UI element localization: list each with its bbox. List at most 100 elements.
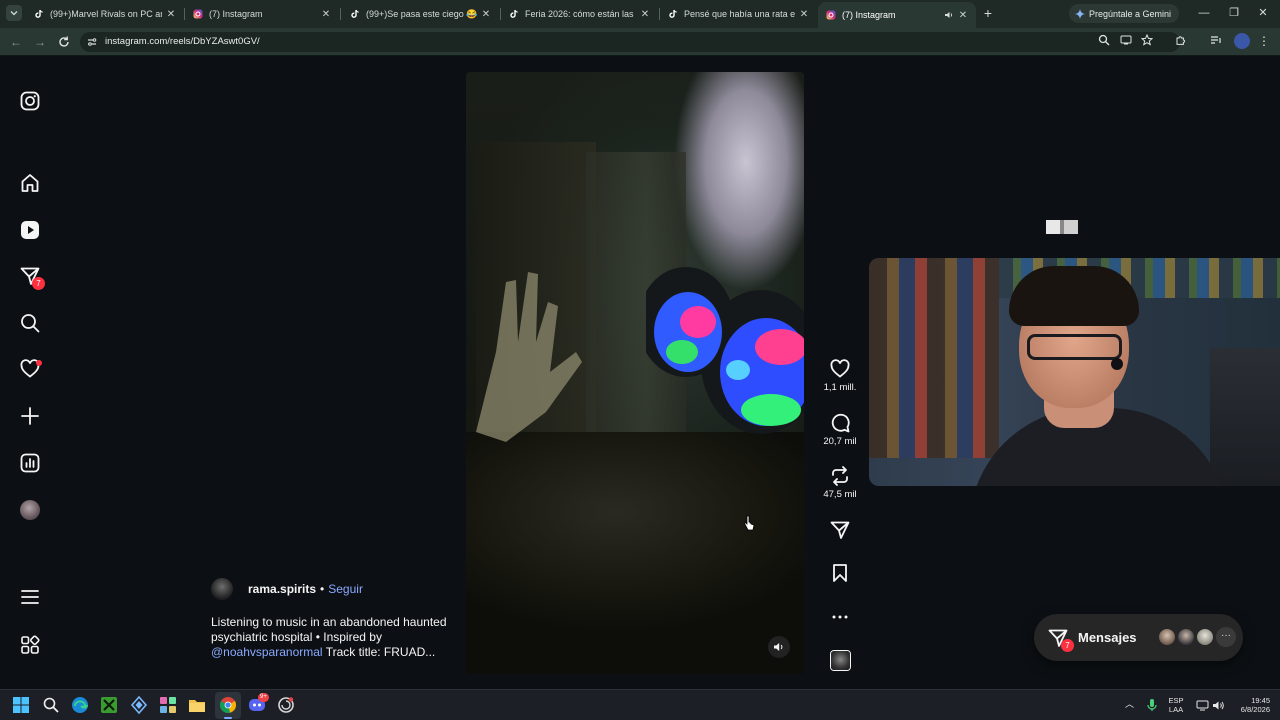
tab-marvel-rivals[interactable]: (99+)Marvel Rivals on PC and X ✕ — [26, 4, 184, 24]
chrome-icon[interactable] — [219, 696, 237, 714]
instagram-logo-icon — [20, 91, 40, 111]
sidebar-item-more[interactable] — [18, 585, 42, 609]
tab-title: (7) Instagram — [209, 9, 263, 19]
browser-tab-bar: (99+)Marvel Rivals on PC and X ✕ (7) Ins… — [0, 0, 1280, 28]
more-options-button[interactable] — [818, 607, 862, 627]
tab-ciego[interactable]: (99+)Se pasa este ciego 😂😂🤣 ✕ — [342, 4, 499, 24]
close-tab-icon[interactable]: ✕ — [799, 9, 809, 20]
plus-icon — [21, 407, 39, 425]
keyboard-layout: LAA — [1168, 705, 1184, 714]
comment-button[interactable]: 20,7 mil — [818, 413, 862, 447]
close-tab-icon[interactable]: ✕ — [481, 9, 491, 20]
xbox-icon[interactable] — [100, 696, 118, 714]
volume-icon[interactable] — [1212, 699, 1225, 712]
sidebar-item-search[interactable] — [18, 311, 42, 335]
follow-button[interactable]: Seguir — [328, 582, 363, 596]
profile-avatar[interactable] — [1234, 33, 1250, 49]
clock[interactable]: 19:45 6/8/2026 — [1230, 696, 1270, 714]
back-button[interactable]: ← — [8, 34, 24, 50]
close-tab-icon[interactable]: ✕ — [166, 9, 176, 20]
site-info-icon[interactable] — [87, 37, 97, 47]
zoom-icon[interactable] — [1098, 34, 1110, 46]
edge-icon[interactable] — [71, 696, 89, 714]
media-controls-icon[interactable] — [1210, 34, 1222, 46]
sidebar-item-messages[interactable]: 7 — [18, 264, 45, 290]
caption-body: Listening to music in an abandoned haunt… — [211, 615, 447, 644]
menu-icon — [21, 590, 39, 604]
ask-gemini-button[interactable]: Pregúntale a Gemini — [1069, 4, 1180, 23]
network-icon[interactable] — [1196, 699, 1209, 712]
sidebar-item-home[interactable] — [18, 171, 42, 195]
tab-search-button[interactable] — [6, 5, 22, 21]
url-text: instagram.com/reels/DbYZAswt0GV/ — [105, 36, 260, 47]
send-icon — [830, 521, 850, 539]
reel-author: rama.spirits • Seguir — [211, 578, 451, 600]
bookmark-star-icon[interactable] — [1141, 34, 1153, 46]
tiktok-icon — [510, 9, 518, 18]
close-tab-icon[interactable]: ✕ — [958, 10, 968, 21]
repost-button[interactable]: 47,5 mil — [818, 466, 862, 500]
reload-button[interactable] — [56, 34, 72, 50]
show-hidden-icons-button[interactable]: ︿ — [1125, 699, 1135, 709]
author-avatar[interactable] — [211, 578, 233, 600]
share-button[interactable] — [818, 520, 862, 540]
sidebar-item-profile[interactable] — [18, 498, 42, 522]
extensions-icon[interactable] — [1175, 34, 1187, 46]
time: 19:45 — [1251, 696, 1270, 705]
sidebar-item-notifications[interactable] — [18, 357, 42, 381]
speaker-icon[interactable] — [944, 10, 954, 20]
sidebar-item-dashboard[interactable] — [18, 451, 42, 475]
microphone-icon[interactable] — [1145, 698, 1159, 712]
dashboard-icon — [20, 453, 40, 473]
app-spiral-icon[interactable] — [277, 696, 295, 714]
webcam-chair — [1210, 348, 1280, 486]
input-language[interactable]: ESP LAA — [1165, 696, 1187, 714]
forward-button[interactable]: → — [32, 34, 48, 50]
windows-start-icon[interactable] — [12, 696, 30, 714]
unmute-button[interactable] — [768, 636, 790, 658]
save-button[interactable] — [818, 563, 862, 583]
messages-button[interactable]: 7 Mensajes ··· — [1034, 614, 1243, 661]
restore-button[interactable]: ❐ — [1227, 6, 1241, 20]
author-username[interactable]: rama.spirits — [248, 582, 316, 596]
close-tab-icon[interactable]: ✕ — [640, 9, 650, 20]
original-audio-thumbnail[interactable] — [830, 650, 851, 671]
conversation-avatar — [1157, 627, 1177, 647]
active-app-indicator — [224, 717, 232, 719]
close-tab-icon[interactable]: ✕ — [321, 9, 331, 20]
search-icon[interactable] — [42, 696, 60, 714]
browser-menu-button[interactable]: ⋮ — [1258, 34, 1270, 50]
close-window-button[interactable]: ✕ — [1256, 6, 1270, 20]
language-code: ESP — [1168, 696, 1184, 705]
video-floor — [466, 432, 804, 674]
browser-toolbar: ← → instagram.com/reels/DbYZAswt0GV/ ⋮ — [0, 28, 1280, 56]
reel-video[interactable] — [466, 72, 804, 674]
cast-icon[interactable] — [1120, 34, 1132, 46]
file-explorer-icon[interactable] — [188, 696, 206, 714]
tab-feria[interactable]: Feria 2026: cómo están las feria ✕ — [501, 4, 658, 24]
like-button[interactable]: 1,1 mill. — [818, 359, 862, 393]
webcam-overlay — [869, 258, 1280, 486]
minimize-button[interactable]: — — [1197, 6, 1211, 20]
video-light-up-shoes — [646, 267, 804, 434]
mouse-cursor — [744, 515, 755, 531]
caption-mention-link[interactable]: @noahvsparanormal — [211, 645, 323, 659]
caption-text[interactable]: Listening to music in an abandoned haunt… — [211, 615, 451, 660]
dot-separator: • — [320, 582, 325, 596]
discord-badge: 9+ — [258, 693, 269, 702]
tab-instagram-active[interactable]: (7) Instagram ✕ — [818, 2, 976, 28]
app-diamond-icon[interactable] — [130, 696, 148, 714]
sidebar-item-create[interactable] — [18, 404, 42, 428]
tab-rata[interactable]: Pensé que había una rata en el ✕ — [660, 4, 817, 24]
notification-dot — [36, 360, 42, 366]
tab-title: Feria 2026: cómo están las feria — [525, 9, 636, 19]
tab-instagram[interactable]: (7) Instagram ✕ — [185, 4, 339, 24]
address-bar[interactable]: instagram.com/reels/DbYZAswt0GV/ — [80, 32, 1180, 52]
sidebar-item-reels[interactable] — [18, 218, 42, 242]
app-grid-icon[interactable] — [159, 696, 177, 714]
instagram-logo[interactable] — [18, 89, 42, 113]
tab-title: (99+)Se pasa este ciego 😂😂🤣 — [366, 8, 477, 19]
profile-avatar — [20, 500, 40, 520]
sidebar-item-also-from-meta[interactable] — [18, 633, 42, 657]
new-tab-button[interactable]: + — [981, 6, 995, 20]
